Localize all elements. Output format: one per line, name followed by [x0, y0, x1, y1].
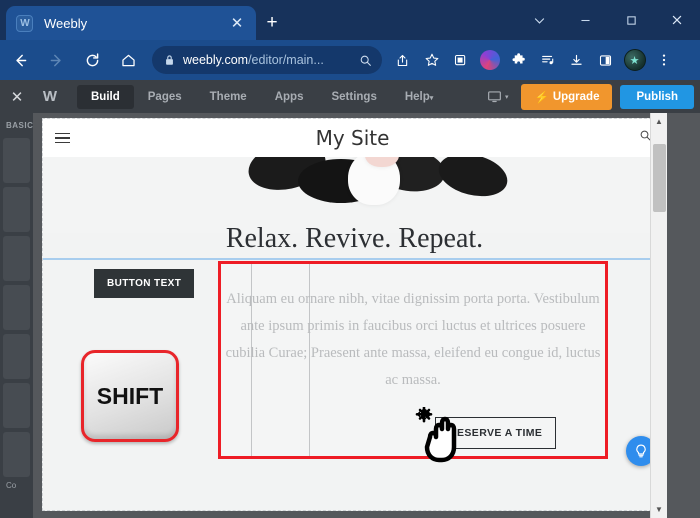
- close-icon[interactable]: ✕: [228, 16, 246, 31]
- site-tagline: Relax. Revive. Repeat.: [225, 223, 484, 254]
- tab-help-label: Help: [404, 90, 430, 103]
- paragraph-text: Aliquam eu ornare nibh, vitae dignissim …: [225, 291, 601, 388]
- sidebar-element-tile[interactable]: [3, 236, 30, 281]
- tab-theme[interactable]: Theme: [196, 85, 261, 109]
- upgrade-label: Upgrade: [552, 90, 600, 103]
- site-title: My Site: [315, 126, 390, 150]
- drop-guide-line: [43, 258, 666, 260]
- tab-help[interactable]: Help▾: [391, 85, 447, 109]
- url-text: weebly.com/editor/main...: [183, 53, 324, 67]
- editor-nav-items: Build Pages Theme Apps Settings Help▾: [77, 84, 447, 109]
- scroll-down-icon[interactable]: ▼: [651, 501, 667, 518]
- site-header: My Site: [43, 119, 666, 157]
- weebly-editor-nav: ✕ W Build Pages Theme Apps Settings Help…: [0, 80, 700, 113]
- weebly-favicon-icon: W: [16, 14, 33, 32]
- editor-nav-actions: ▾ ⚡ Upgrade Publish: [474, 83, 700, 110]
- url-domain: weebly.com: [183, 53, 249, 67]
- editor-canvas-wrap: My Site Relax. Revive. Repeat. BUTTON TE…: [33, 113, 667, 518]
- tab-build[interactable]: Build: [77, 84, 134, 109]
- home-icon[interactable]: [112, 44, 144, 76]
- screenshot-icon[interactable]: [446, 45, 475, 75]
- extensions-puzzle-icon[interactable]: [504, 45, 533, 75]
- sidebar-element-tile[interactable]: [3, 285, 30, 330]
- device-preview-button[interactable]: ▾: [474, 90, 522, 103]
- window-controls: [516, 0, 700, 40]
- browser-tabstrip: W Weebly ✕ +: [0, 0, 700, 40]
- chevron-down-icon: ▾: [429, 94, 434, 102]
- url-path: /editor/main...: [248, 53, 324, 67]
- tab-apps[interactable]: Apps: [261, 85, 318, 109]
- grabbing-hand-cursor: [413, 406, 485, 475]
- tab-settings[interactable]: Settings: [317, 85, 390, 109]
- omnibox-search-icon[interactable]: [359, 54, 372, 67]
- avatar-icon[interactable]: ★: [620, 45, 649, 75]
- shift-key-annotation: SHIFT: [81, 350, 179, 442]
- hero-image: [43, 157, 666, 233]
- profile-color-icon[interactable]: [475, 45, 504, 75]
- upgrade-button[interactable]: ⚡ Upgrade: [521, 83, 613, 110]
- media-list-icon[interactable]: [533, 45, 562, 75]
- tab-search-icon[interactable]: [516, 0, 562, 40]
- browser-navbar: weebly.com/editor/main... ★: [0, 40, 700, 80]
- chevron-down-icon: ▾: [504, 93, 509, 101]
- share-icon[interactable]: [388, 45, 417, 75]
- address-bar[interactable]: weebly.com/editor/main...: [152, 46, 382, 74]
- window-close-icon[interactable]: [654, 0, 700, 40]
- sidebar-element-tile[interactable]: [3, 138, 30, 183]
- scroll-up-icon[interactable]: ▲: [651, 113, 667, 130]
- canvas-scrollbar[interactable]: ▲ ▼: [650, 113, 667, 518]
- publish-button[interactable]: Publish: [620, 84, 694, 109]
- download-icon[interactable]: [562, 45, 591, 75]
- sidebar-element-tile[interactable]: [3, 383, 30, 428]
- scrollbar-thumb[interactable]: [653, 144, 666, 212]
- weebly-logo-icon[interactable]: W: [34, 88, 64, 105]
- forward-icon[interactable]: [40, 44, 72, 76]
- tab-pages[interactable]: Pages: [134, 85, 196, 109]
- back-icon[interactable]: [4, 44, 36, 76]
- sidebar-element-tile[interactable]: [3, 432, 30, 477]
- minimize-icon[interactable]: [562, 0, 608, 40]
- sidebar-element-tile[interactable]: [3, 334, 30, 379]
- sidebar-footer-label: Co: [6, 481, 17, 490]
- browser-toolbar-icons: ★: [388, 45, 700, 75]
- editor-body: BASIC Co My Site Relax. Revive. Repeat. …: [0, 113, 700, 518]
- browser-tab-weebly[interactable]: W Weebly ✕: [6, 6, 256, 40]
- hamburger-menu-icon[interactable]: [43, 132, 81, 144]
- sidebar-element-tile[interactable]: [3, 187, 30, 232]
- button-text-element[interactable]: BUTTON TEXT: [94, 269, 195, 298]
- maximize-icon[interactable]: [608, 0, 654, 40]
- site-preview-canvas[interactable]: My Site Relax. Revive. Repeat. BUTTON TE…: [42, 118, 667, 511]
- editor-sidebar: BASIC Co: [0, 113, 33, 518]
- reload-icon[interactable]: [76, 44, 108, 76]
- tab-title: Weebly: [44, 15, 88, 31]
- shift-key-label: SHIFT: [96, 382, 164, 409]
- new-tab-button[interactable]: +: [259, 10, 285, 36]
- browser-window: W Weebly ✕ + weebly.com/editor/main... ★…: [0, 0, 700, 518]
- lock-icon: [162, 54, 176, 66]
- bolt-icon: ⚡: [534, 91, 549, 104]
- bookmark-star-icon[interactable]: [417, 45, 446, 75]
- side-panel-icon[interactable]: [591, 45, 620, 75]
- sidebar-section-label: BASIC: [6, 121, 33, 130]
- editor-close-icon[interactable]: ✕: [0, 88, 34, 106]
- browser-menu-icon[interactable]: [649, 45, 678, 75]
